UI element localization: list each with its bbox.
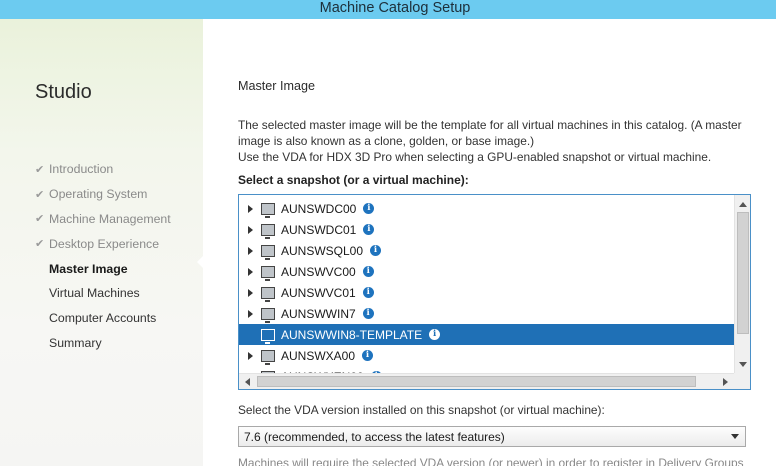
- info-icon[interactable]: i: [429, 329, 441, 340]
- description-line-2: Use the VDA for HDX 3D Pro when selectin…: [238, 150, 712, 164]
- info-icon[interactable]: i: [362, 287, 374, 298]
- wizard-step-machine-management[interactable]: ✔ Machine Management: [35, 207, 171, 232]
- snapshot-name: AUNSWDC00: [281, 201, 357, 216]
- main-panel: Master Image The selected master image w…: [203, 19, 776, 466]
- virtual-machine-icon: [261, 244, 275, 260]
- snapshot-row[interactable]: AUNSWVC01 i: [239, 282, 734, 303]
- snapshot-name: AUNSWWIN7: [281, 306, 356, 321]
- wizard-step-master-image[interactable]: Master Image: [35, 256, 171, 281]
- expander-arrow-icon[interactable]: [248, 267, 253, 276]
- virtual-machine-icon: [261, 328, 275, 344]
- info-icon[interactable]: i: [362, 266, 374, 277]
- snapshot-name: AUNSWWIN8-TEMPLATE: [281, 327, 423, 342]
- wizard-step-label: Machine Management: [49, 211, 171, 226]
- snapshot-name: AUNSWSQL00: [281, 243, 364, 258]
- expander-arrow-icon[interactable]: [248, 288, 253, 297]
- wizard-step-label: Operating System: [49, 187, 148, 202]
- description: The selected master image will be the te…: [238, 117, 768, 165]
- info-icon[interactable]: i: [363, 224, 375, 235]
- window-title: Machine Catalog Setup: [0, 0, 776, 19]
- wizard-steps: ✔ Introduction ✔ Operating System ✔ Machine M…: [35, 157, 171, 355]
- scrollbar-corner: [734, 373, 750, 389]
- snapshot-list: AUNSWDC00 i AUNSWDC01 i AUNSWSQL00 i AUNSWVC00…: [239, 195, 734, 374]
- vda-version-select[interactable]: 7.6 (recommended, to access the latest f…: [238, 426, 746, 447]
- check-icon: ✔: [35, 163, 45, 176]
- snapshot-row[interactable]: AUNSWWIN7 i: [239, 303, 734, 324]
- wizard-step-label: Master Image: [49, 261, 128, 276]
- vertical-scrollbar[interactable]: [734, 195, 750, 374]
- expander-arrow-icon[interactable]: [248, 331, 253, 339]
- scroll-right-icon[interactable]: [723, 378, 728, 386]
- page-heading: Master Image: [238, 79, 315, 93]
- scroll-up-icon[interactable]: [739, 202, 747, 207]
- vda-version-value: 7.6 (recommended, to access the latest f…: [244, 429, 505, 444]
- check-icon: ✔: [35, 188, 45, 201]
- wizard-sidebar: Studio ✔ Introduction ✔ Operating System ✔ Ma…: [0, 19, 203, 466]
- snapshot-row[interactable]: AUNSWXA00 i: [239, 345, 734, 366]
- wizard-step-label: Summary: [49, 335, 102, 350]
- info-icon[interactable]: i: [363, 203, 375, 214]
- snapshot-row[interactable]: AUNSWWIN8-TEMPLATE i: [239, 324, 734, 345]
- info-icon[interactable]: i: [370, 245, 382, 256]
- expander-arrow-icon[interactable]: [248, 204, 253, 213]
- vda-requirement-note: Machines will require the selected VDA v…: [238, 456, 744, 466]
- scroll-left-icon[interactable]: [245, 378, 250, 386]
- wizard-step-operating-system[interactable]: ✔ Operating System: [35, 182, 171, 207]
- info-icon[interactable]: i: [362, 350, 374, 361]
- virtual-machine-icon: [261, 223, 275, 239]
- horizontal-scrollbar[interactable]: [239, 373, 734, 389]
- wizard-step-label: Introduction: [49, 162, 114, 177]
- expander-arrow-icon[interactable]: [248, 309, 253, 318]
- expander-arrow-icon[interactable]: [248, 225, 253, 234]
- wizard-step-introduction[interactable]: ✔ Introduction: [35, 157, 171, 182]
- snapshot-row[interactable]: AUNSWDC00 i: [239, 198, 734, 219]
- snapshot-name: AUNSWVC01: [281, 285, 356, 300]
- expander-arrow-icon[interactable]: [248, 246, 253, 255]
- snapshot-row[interactable]: AUNSWVC00 i: [239, 261, 734, 282]
- snapshot-name: AUNSWVC00: [281, 264, 356, 279]
- virtual-machine-icon: [261, 265, 275, 281]
- vertical-scroll-thumb[interactable]: [737, 212, 749, 334]
- wizard-step-summary: Summary: [35, 331, 171, 356]
- horizontal-scroll-thumb[interactable]: [257, 376, 696, 387]
- wizard-step-computer-accounts: Computer Accounts: [35, 306, 171, 331]
- expander-arrow-icon[interactable]: [248, 351, 253, 360]
- info-icon[interactable]: i: [362, 308, 374, 319]
- snapshot-tree[interactable]: AUNSWDC00 i AUNSWDC01 i AUNSWSQL00 i AUNSWVC00…: [238, 194, 751, 390]
- snapshot-row[interactable]: AUNSWSQL00 i: [239, 240, 734, 261]
- snapshot-name: AUNSWDC01: [281, 222, 357, 237]
- check-icon: ✔: [35, 213, 45, 226]
- wizard-step-label: Computer Accounts: [49, 311, 157, 326]
- description-line-1: The selected master image will be the te…: [238, 118, 742, 148]
- virtual-machine-icon: [261, 202, 275, 218]
- check-icon: ✔: [35, 238, 45, 251]
- virtual-machine-icon: [261, 307, 275, 323]
- scroll-down-icon[interactable]: [739, 362, 747, 367]
- snapshot-row[interactable]: AUNSWDC01 i: [239, 219, 734, 240]
- snapshot-label: Select a snapshot (or a virtual machine)…: [238, 173, 469, 187]
- wizard-step-desktop-experience[interactable]: ✔ Desktop Experience: [35, 231, 171, 256]
- sidebar-title: Studio: [35, 81, 92, 103]
- virtual-machine-icon: [261, 286, 275, 302]
- wizard-step-virtual-machines: Virtual Machines: [35, 281, 171, 306]
- dropdown-caret-icon: [731, 434, 739, 439]
- wizard-step-label: Virtual Machines: [49, 286, 140, 301]
- virtual-machine-icon: [261, 349, 275, 365]
- wizard-step-label: Desktop Experience: [49, 236, 160, 251]
- vda-version-label: Select the VDA version installed on this…: [238, 403, 605, 417]
- snapshot-name: AUNSWXA00: [281, 348, 356, 363]
